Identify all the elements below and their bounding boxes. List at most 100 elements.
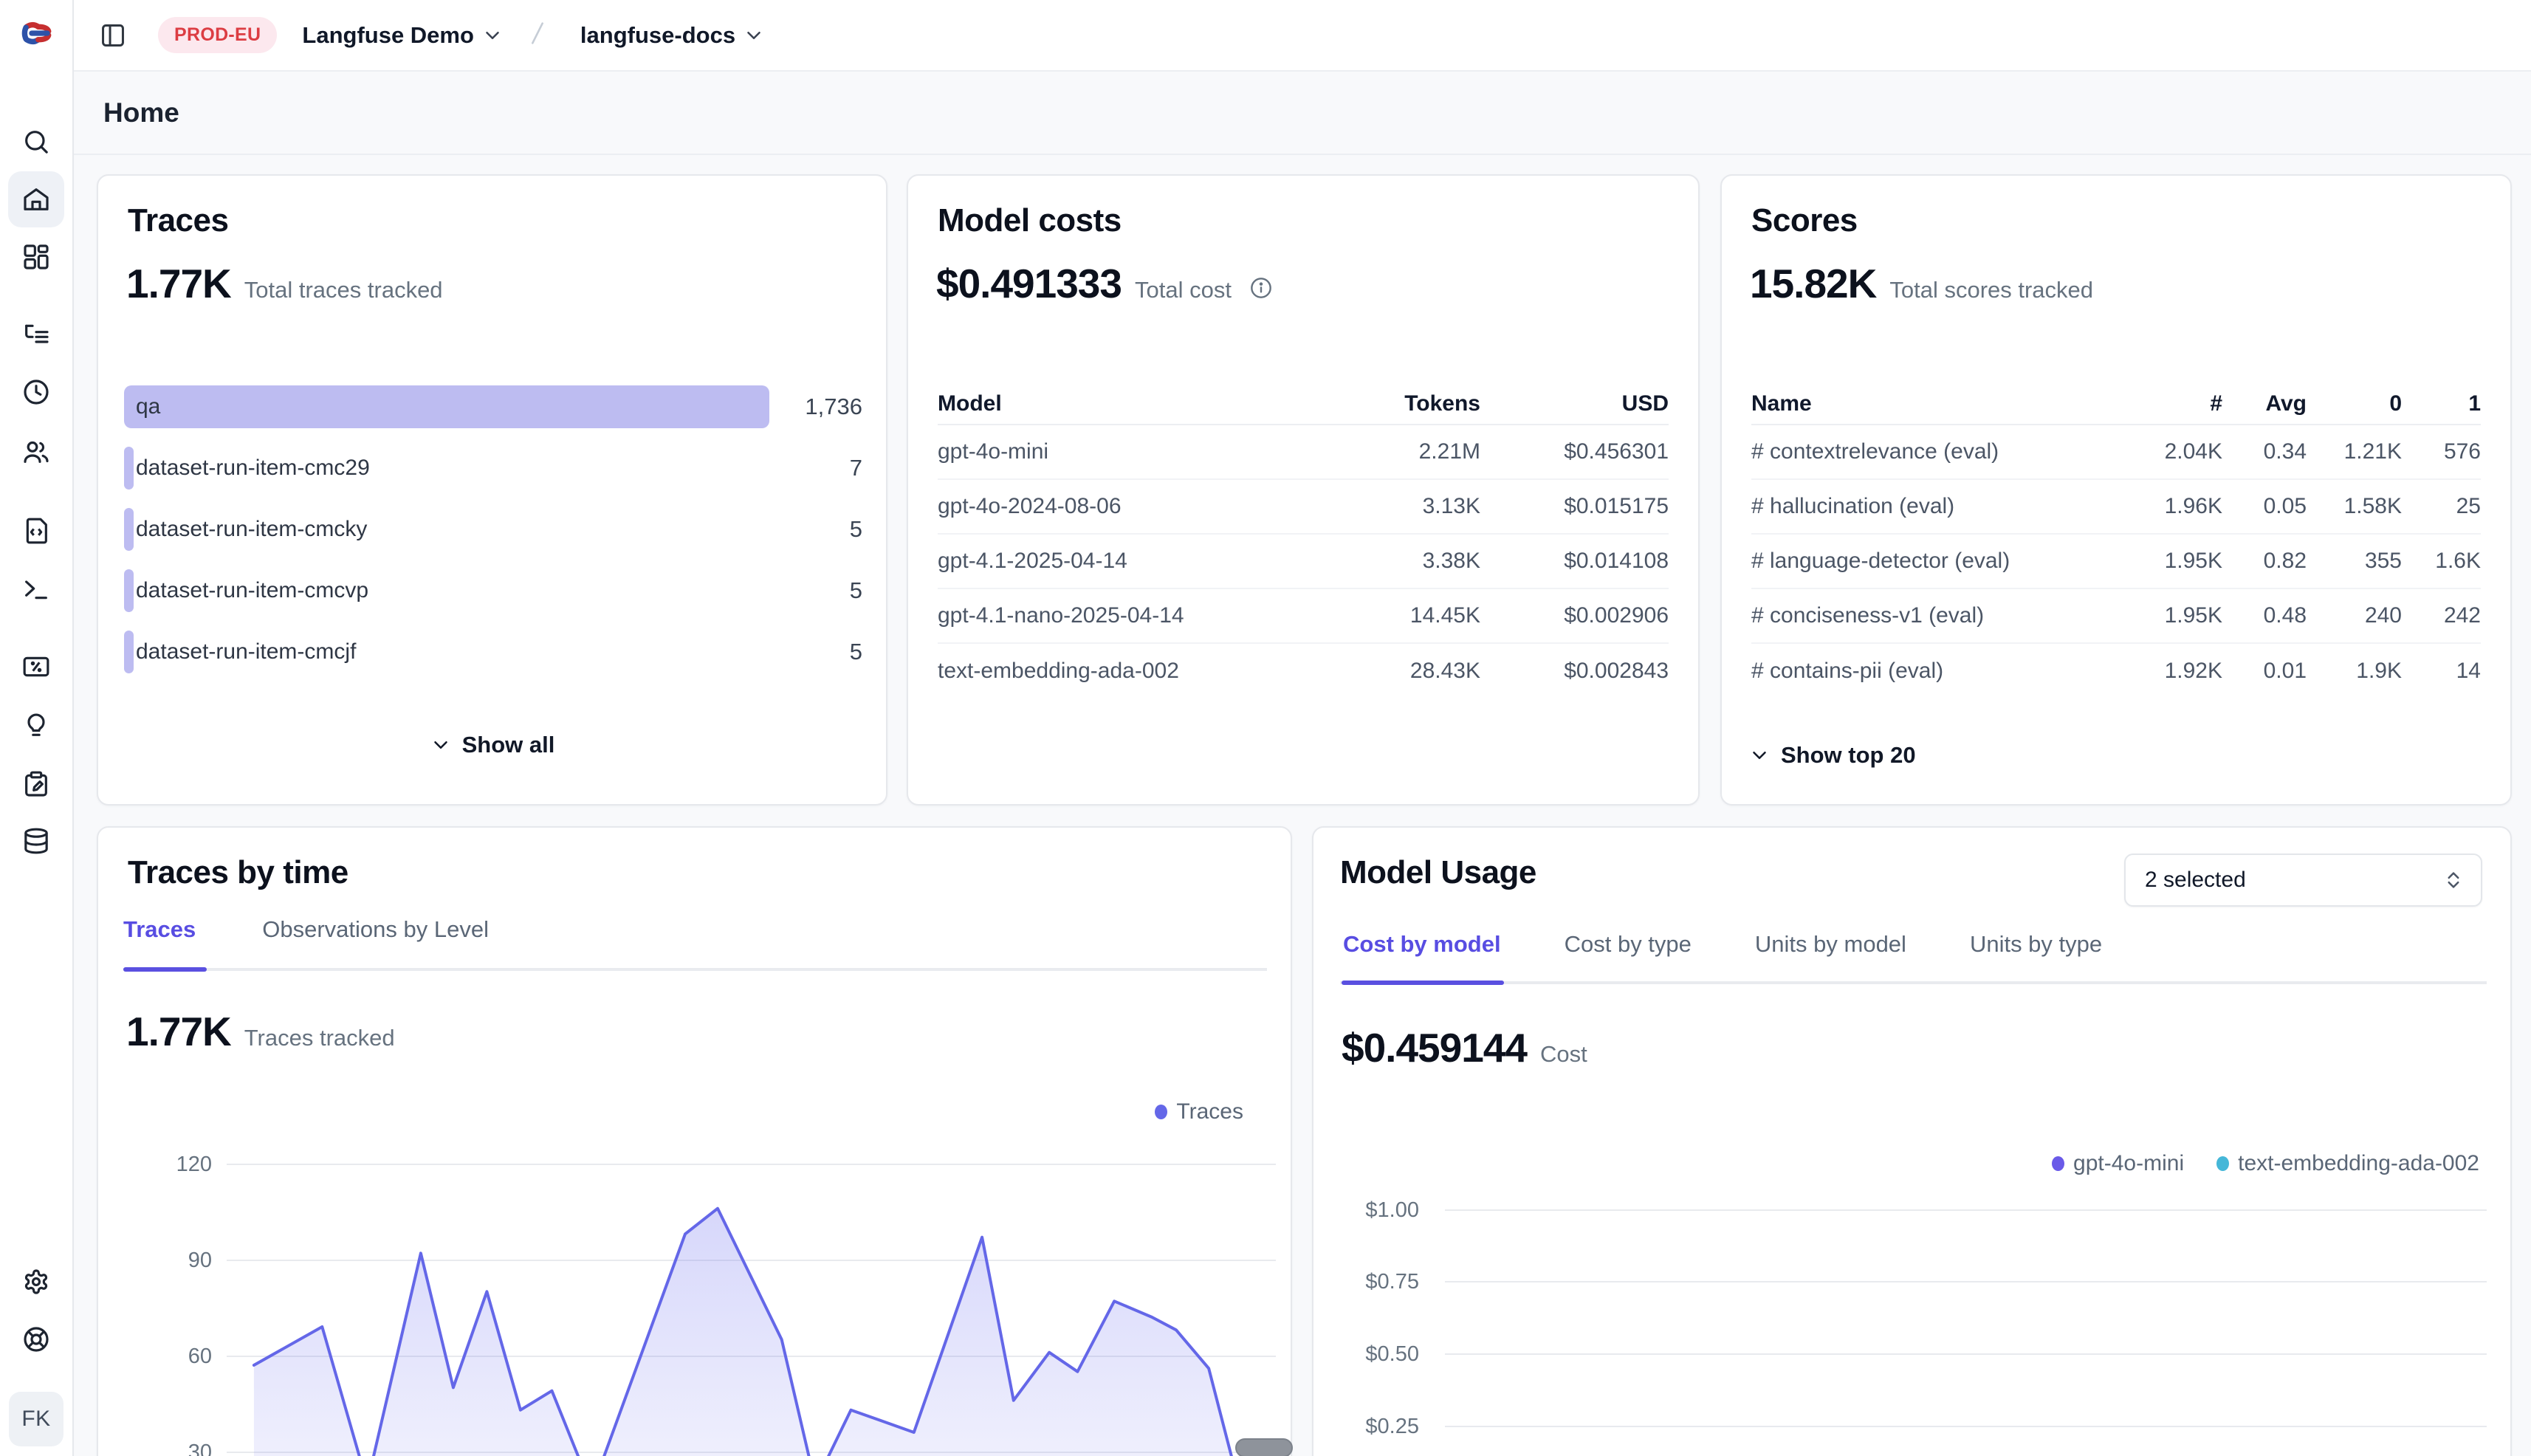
cell-name: Model — [938, 391, 1296, 416]
metric-label: Total traces tracked — [244, 277, 443, 303]
cell-value: 0.01 — [2222, 659, 2307, 684]
page-header: Home — [74, 72, 2531, 155]
home-icon[interactable] — [8, 171, 64, 227]
trace-list-item[interactable]: dataset-run-item-cmcjf 5 — [124, 631, 862, 673]
datasets-clipboard-icon[interactable] — [20, 768, 52, 800]
legend-label: text-embedding-ada-002 — [2238, 1151, 2479, 1176]
metric-label: Total scores tracked — [1889, 277, 2093, 303]
settings-gear-icon[interactable] — [20, 1266, 52, 1298]
model-costs-table: ModelTokensUSD gpt-4o-mini2.21M$0.456301 g… — [938, 384, 1669, 698]
users-icon[interactable] — [20, 436, 52, 468]
ytick-0.25: $0.25 — [1338, 1413, 1419, 1440]
cell-value: 1.9K — [2307, 659, 2402, 684]
table-row: # conciseness-v1 (eval)1.95K0.48240242 — [1751, 589, 2481, 644]
trace-bar — [124, 385, 769, 428]
database-icon[interactable] — [20, 825, 52, 857]
tab-cost-by-type[interactable]: Cost by type — [1565, 931, 1692, 977]
cell-name: gpt-4o-2024-08-06 — [938, 494, 1296, 519]
tab-units-by-type[interactable]: Units by type — [1970, 931, 2102, 977]
trace-list-item[interactable]: qa1,736 — [124, 385, 862, 428]
model-costs-card: Model costs $0.491333 Total cost ModelTo… — [907, 174, 1700, 806]
cell-value: 28.43K — [1296, 659, 1480, 684]
model-selector[interactable]: 2 selected — [2124, 854, 2482, 907]
project-switcher[interactable]: langfuse-docs — [580, 22, 765, 49]
sidebar-toggle-icon[interactable] — [97, 19, 129, 52]
trace-count: 5 — [850, 508, 862, 551]
evaluation-percent-icon[interactable] — [20, 650, 52, 683]
topbar: PROD-EU Langfuse Demo langfuse-docs — [74, 0, 2531, 72]
trace-list-item[interactable]: dataset-run-item-cmcvp5 — [124, 569, 862, 612]
metric-label: Total cost — [1135, 277, 1232, 303]
cell-value: 1.92K — [2134, 659, 2222, 684]
cell-value: 14 — [2402, 659, 2481, 684]
dashboards-icon[interactable] — [20, 241, 52, 273]
tab-divider — [1340, 981, 2487, 984]
cell-value: 0.05 — [2222, 494, 2307, 519]
search-icon[interactable] — [20, 126, 52, 158]
table-row: # contains-pii (eval)1.92K0.011.9K14 — [1751, 644, 2481, 698]
org-switcher[interactable]: Langfuse Demo — [302, 22, 504, 49]
cell-name: text-embedding-ada-002 — [938, 659, 1296, 684]
show-all-label: Show all — [462, 732, 555, 758]
annotation-lightbulb-icon[interactable] — [20, 709, 52, 741]
environment-badge: PROD-EU — [158, 17, 277, 53]
playground-terminal-icon[interactable] — [20, 573, 52, 605]
trace-list-item[interactable]: dataset-run-item-cmcky 5 — [124, 508, 862, 551]
model-usage-metric: $0.459144 Cost — [1342, 1024, 1587, 1071]
cell-value: $0.015175 — [1480, 494, 1669, 519]
cell-value: Tokens — [1296, 391, 1480, 416]
avatar[interactable]: FK — [9, 1392, 63, 1446]
cell-value: 355 — [2307, 549, 2402, 574]
langfuse-logo-icon — [21, 18, 52, 49]
cell-value: 240 — [2307, 603, 2402, 628]
tab-traces[interactable]: Traces — [123, 916, 196, 962]
card-title: Model Usage — [1340, 854, 1536, 891]
ytick-0.50: $0.50 — [1338, 1341, 1419, 1367]
tab-units-by-model[interactable]: Units by model — [1755, 931, 1906, 977]
info-icon[interactable] — [1249, 276, 1273, 303]
chevron-down-icon — [1748, 744, 1771, 766]
cell-value: 576 — [2402, 439, 2481, 464]
tab-cost-by-model[interactable]: Cost by model — [1343, 931, 1501, 977]
tracing-icon[interactable] — [20, 318, 52, 351]
table-row: gpt-4.1-nano-2025-04-1414.45K$0.002906 — [938, 589, 1669, 644]
traces-card: Traces 1.77K Total traces tracked qa1,73… — [97, 174, 887, 806]
metric-value: 15.82K — [1750, 260, 1876, 307]
tab-observations-by-level[interactable]: Observations by Level — [262, 916, 489, 962]
trace-bar — [124, 569, 134, 612]
scores-table: Name#Avg01# contextrelevance (eval)2.04K… — [1751, 384, 2481, 698]
cell-name: # contextrelevance (eval) — [1751, 439, 2134, 464]
trace-name: dataset-run-item-cmc29 — [136, 447, 370, 490]
cell-value: 1.96K — [2134, 494, 2222, 519]
trace-name: qa — [136, 385, 160, 428]
prompts-icon[interactable] — [20, 515, 52, 547]
cell-value: 1.6K — [2402, 549, 2481, 574]
cell-name: gpt-4.1-nano-2025-04-14 — [938, 603, 1296, 628]
trace-name: dataset-run-item-cmcky — [136, 508, 367, 551]
traces-by-time-card: Traces by time Traces Observations by Le… — [97, 826, 1292, 1456]
chevron-down-icon — [430, 734, 452, 756]
table-row: # contextrelevance (eval)2.04K0.341.21K5… — [1751, 425, 2481, 480]
show-top-20-label: Show top 20 — [1781, 742, 1916, 769]
support-lifebuoy-icon[interactable] — [20, 1323, 52, 1356]
trace-list-item[interactable]: dataset-run-item-cmc297 — [124, 447, 862, 490]
table-row: gpt-4o-mini2.21M$0.456301 — [938, 425, 1669, 480]
cell-value: 14.45K — [1296, 603, 1480, 628]
cell-value: # — [2134, 391, 2222, 416]
cell-name: Name — [1751, 391, 2134, 416]
show-top-20-button[interactable]: Show top 20 — [1722, 742, 2510, 769]
ytick-90: 90 — [131, 1247, 212, 1274]
cell-value: 1.58K — [2307, 494, 2402, 519]
gridline-0.75 — [1445, 1281, 2487, 1282]
show-all-button[interactable]: Show all — [98, 732, 886, 758]
trace-count: 5 — [850, 631, 862, 673]
trace-name: dataset-run-item-cmcjf — [136, 631, 356, 673]
cell-value: 0.34 — [2222, 439, 2307, 464]
legend-item-gpt-4o-mini: gpt-4o-mini — [2052, 1151, 2184, 1176]
cell-value: 25 — [2402, 494, 2481, 519]
cell-value: USD — [1480, 391, 1669, 416]
cell-value: 2.04K — [2134, 439, 2222, 464]
sessions-clock-icon[interactable] — [20, 376, 52, 408]
horizontal-scrollbar-thumb[interactable] — [1235, 1438, 1293, 1456]
scores-metric: 15.82K Total scores tracked — [1750, 260, 2093, 307]
